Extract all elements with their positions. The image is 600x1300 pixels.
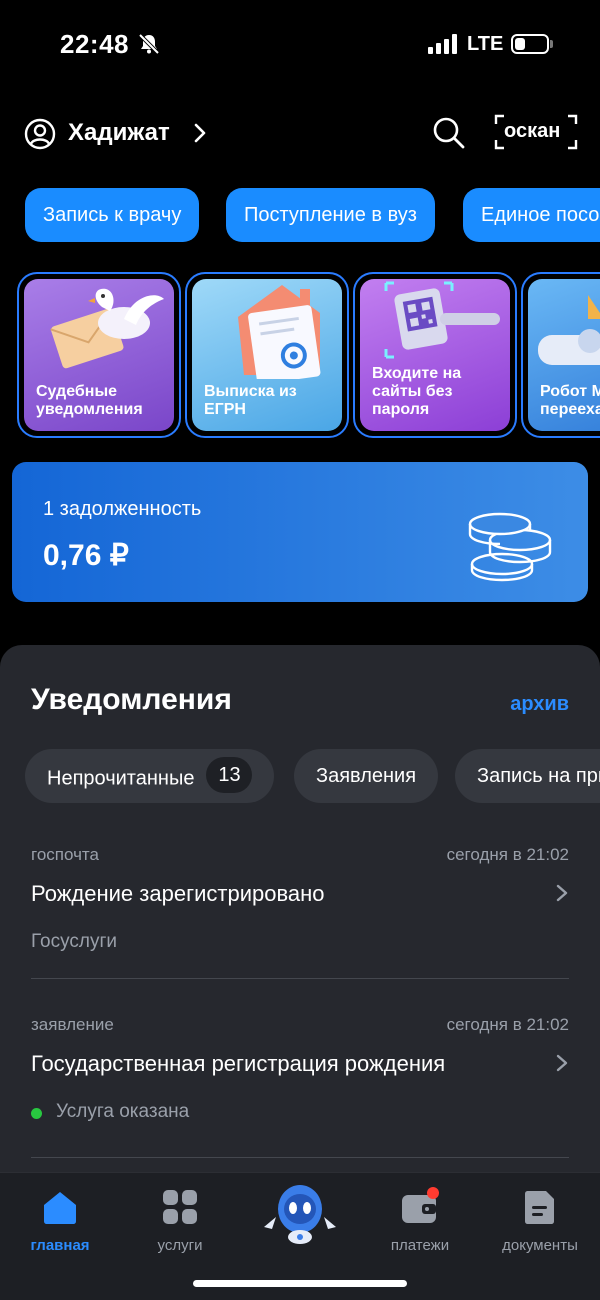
filter-label: Непрочитанные: [47, 767, 195, 790]
chevron-right-icon[interactable]: [192, 122, 208, 144]
debt-amount: 0,76 ₽: [43, 539, 129, 572]
house-document-icon: [238, 285, 321, 379]
card-egrn-extract[interactable]: Выписка из ЕГРН: [185, 272, 349, 438]
divider: [31, 978, 569, 979]
notification-source: заявление: [31, 1015, 114, 1034]
battery-icon: [511, 34, 549, 54]
filter-appointments[interactable]: Запись на прием: [455, 749, 600, 803]
debt-label: 1 задолженность: [43, 498, 202, 520]
notification-item[interactable]: заявление сегодня в 21:02 Государственна…: [31, 1015, 569, 1135]
status-time: 22:48: [60, 29, 129, 59]
tab-documents[interactable]: документы: [480, 1183, 600, 1254]
notification-subtitle: Госуслуги: [31, 931, 118, 952]
tab-label: платежи: [390, 1237, 450, 1254]
unread-count-badge: 13: [206, 757, 253, 793]
debt-card[interactable]: 1 задолженность 0,76 ₽: [12, 462, 588, 602]
chip-university-admission[interactable]: Поступление в вуз: [226, 188, 435, 242]
user-profile-icon[interactable]: [24, 118, 56, 150]
top-header: Хадижат оскан: [0, 108, 600, 158]
card-robot-max[interactable]: Робот Ма переехал: [521, 272, 600, 438]
notification-title: Государственная регистрация рождения: [31, 1051, 446, 1076]
search-icon[interactable]: [432, 116, 466, 150]
card-court-notices[interactable]: Судебные уведомления: [17, 272, 181, 438]
notification-title: Рождение зарегистрировано: [31, 881, 325, 906]
signal-strength-icon: [428, 34, 457, 54]
tab-services[interactable]: услуги: [120, 1183, 240, 1254]
home-icon: [44, 1192, 76, 1224]
status-bar: 22:48 LTE: [0, 0, 600, 90]
notification-status: Услуга оказана: [56, 1101, 190, 1122]
archive-link[interactable]: архив: [510, 693, 569, 716]
chip-unified-allowance[interactable]: Единое пособие: [463, 188, 600, 242]
tab-label: главная: [30, 1237, 90, 1254]
filter-unread[interactable]: Непрочитанные 13: [25, 749, 275, 803]
quick-actions-row: Запись к врачу Поступление в вуз Единое …: [0, 188, 600, 244]
notification-filters: Непрочитанные 13 Заявления Запись на прие…: [0, 749, 600, 805]
bottom-tab-bar: главная услуги платежи документы: [0, 1172, 600, 1300]
tab-label: услуги: [157, 1237, 203, 1254]
chip-doctor-appointment[interactable]: Запись к врачу: [25, 188, 200, 242]
scan-button[interactable]: оскан: [494, 114, 578, 150]
user-name[interactable]: Хадижат: [68, 119, 170, 147]
home-indicator[interactable]: [193, 1280, 407, 1287]
notification-item[interactable]: госпочта сегодня в 21:02 Рождение зареги…: [31, 845, 569, 965]
card-label: Робот Ма переехал: [540, 383, 600, 418]
card-label: Судебные уведомления: [36, 383, 143, 418]
tab-label: документы: [502, 1237, 578, 1254]
service-cards-row: Судебные уведомления Выписка из ЕГРН Вхо…: [0, 272, 600, 442]
chevron-right-icon: [556, 884, 568, 902]
payments-badge: [427, 1187, 439, 1199]
notification-source: госпочта: [31, 845, 99, 864]
card-label: Выписка из ЕГРН: [204, 383, 297, 418]
notifications-title: Уведомления: [31, 683, 232, 716]
status-dot: [31, 1108, 42, 1119]
card-passwordless-login[interactable]: Входите на сайты без пароля: [353, 272, 517, 438]
filter-label: Заявления: [316, 765, 417, 787]
tab-payments[interactable]: платежи: [360, 1183, 480, 1254]
notification-time: сегодня в 21:02: [446, 1015, 569, 1034]
coins-icon: [468, 512, 552, 582]
card-label: Входите на сайты без пароля: [372, 365, 462, 418]
tab-home[interactable]: главная: [0, 1183, 120, 1254]
wallet-icon: [402, 1187, 439, 1223]
grid-icon: [163, 1190, 197, 1224]
network-type: LTE: [467, 33, 504, 55]
divider: [31, 1157, 569, 1158]
robot-assistant-icon[interactable]: [262, 1181, 338, 1245]
filter-label: Запись на прием: [477, 765, 600, 787]
notification-time: сегодня в 21:02: [446, 845, 569, 864]
chevron-right-icon: [556, 1054, 568, 1072]
robot-suitcase-icon: [538, 295, 600, 365]
bell-muted-icon: [138, 33, 160, 55]
document-icon: [525, 1191, 554, 1224]
dove-envelope-icon: [50, 288, 164, 369]
qr-door-handle-icon: [384, 281, 500, 359]
notifications-panel: Уведомления архив Непрочитанные 13 Заявле…: [0, 645, 600, 1185]
scan-label: оскан: [504, 120, 561, 142]
filter-applications[interactable]: Заявления: [294, 749, 439, 803]
battery-cap: [550, 40, 553, 48]
